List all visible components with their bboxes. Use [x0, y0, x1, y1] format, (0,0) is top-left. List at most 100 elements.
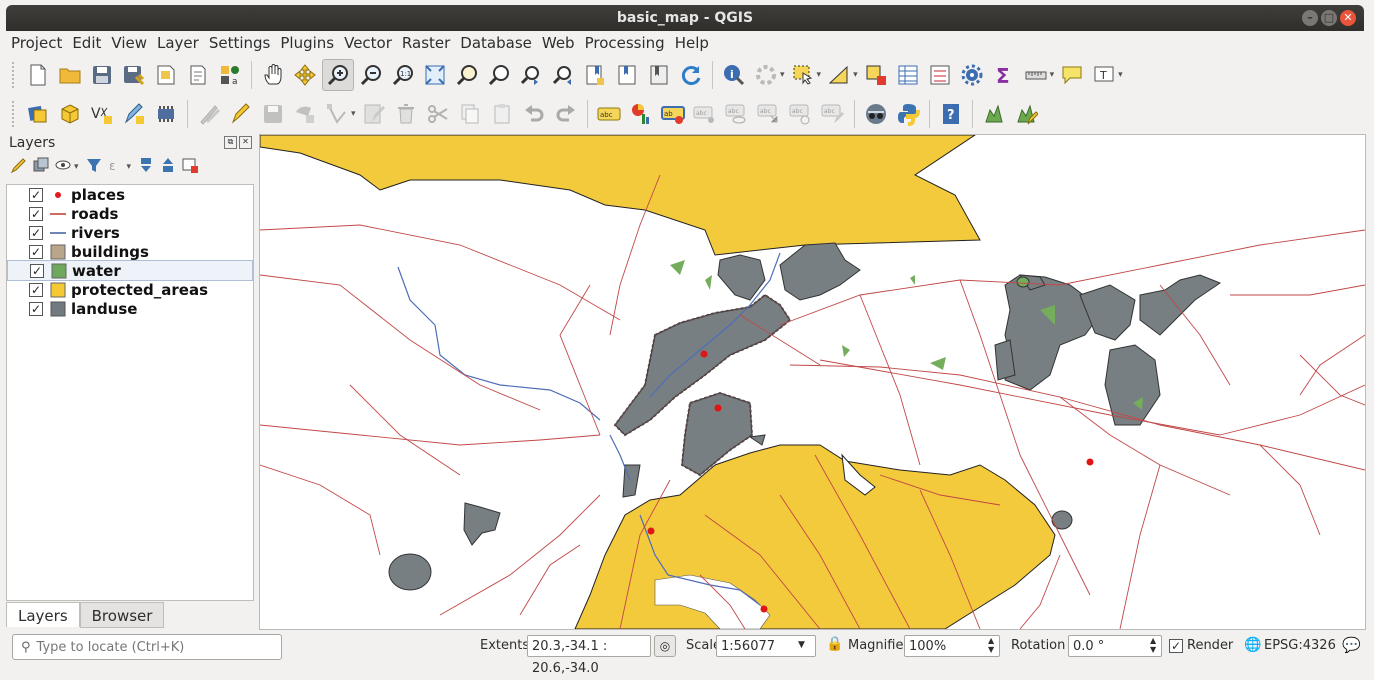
add-group-icon[interactable] [32, 156, 50, 178]
text-annotation-icon[interactable]: T [1089, 60, 1119, 90]
annotation-icon[interactable] [1057, 60, 1087, 90]
deselect-icon[interactable] [861, 60, 891, 90]
current-edits-icon[interactable] [194, 99, 224, 129]
measure-icon[interactable] [1021, 60, 1051, 90]
identify-icon[interactable]: i [719, 60, 749, 90]
change-label-icon[interactable]: abc [818, 99, 848, 129]
zoom-to-selection-icon[interactable] [452, 60, 482, 90]
map-canvas[interactable] [259, 134, 1366, 630]
layer-row-landuse[interactable]: ✓ landuse [7, 299, 251, 318]
copy-features-icon[interactable] [455, 99, 485, 129]
data-source-manager-icon[interactable] [23, 99, 53, 129]
new-shapefile-icon[interactable]: V [87, 99, 117, 129]
label-tool-icon[interactable]: abc [594, 99, 624, 129]
layer-row-buildings[interactable]: ✓ buildings [7, 242, 251, 261]
python-icon[interactable] [861, 99, 891, 129]
chevron-down-icon[interactable]: ▼ [798, 640, 805, 650]
zoom-native-icon[interactable]: 1:1 [388, 60, 418, 90]
statistics-icon[interactable]: Σ [989, 60, 1019, 90]
lock-icon[interactable]: 🔒 [826, 636, 843, 652]
menu-view[interactable]: View [106, 34, 152, 52]
visibility-icon[interactable] [54, 156, 72, 178]
layer-checkbox[interactable]: ✓ [29, 187, 43, 202]
zoom-out-icon[interactable] [356, 60, 386, 90]
layout-manager-icon[interactable] [183, 60, 213, 90]
move-label-icon[interactable]: abc [754, 99, 784, 129]
style-manager-icon[interactable]: a [215, 60, 245, 90]
menu-plugins[interactable]: Plugins [275, 34, 339, 52]
menu-project[interactable]: Project [6, 34, 67, 52]
layer-row-rivers[interactable]: ✓ rivers [7, 223, 251, 242]
map-tips-icon[interactable] [644, 60, 674, 90]
messages-icon[interactable]: 💬 [1342, 636, 1361, 654]
highlight-labels-icon[interactable]: ab [658, 99, 688, 129]
new-temp-layer-icon[interactable] [151, 99, 181, 129]
layer-checkbox[interactable]: ✓ [30, 263, 44, 278]
render-checkbox[interactable]: ✓ [1169, 639, 1183, 653]
menu-vector[interactable]: Vector [339, 34, 397, 52]
menu-edit[interactable]: Edit [67, 34, 106, 52]
print-layout-icon[interactable] [151, 60, 181, 90]
open-project-icon[interactable] [55, 60, 85, 90]
layer-row-places[interactable]: ✓ places [7, 185, 251, 204]
style-icon[interactable] [10, 156, 28, 178]
minimize-button[interactable]: – [1302, 10, 1318, 26]
menu-layer[interactable]: Layer [152, 34, 204, 52]
toggle-editing-icon[interactable] [226, 99, 256, 129]
layer-checkbox[interactable]: ✓ [29, 206, 43, 221]
tab-layers[interactable]: Layers [6, 602, 80, 627]
diagram-tool-icon[interactable] [626, 99, 656, 129]
delete-selected-icon[interactable] [391, 99, 421, 129]
modify-attributes-icon[interactable] [359, 99, 389, 129]
select-by-value-icon[interactable] [824, 60, 854, 90]
layer-checkbox[interactable]: ✓ [29, 301, 43, 316]
cut-features-icon[interactable] [423, 99, 453, 129]
digitize-icon[interactable] [119, 99, 149, 129]
python-console-icon[interactable] [893, 99, 923, 129]
toolbox-icon[interactable] [957, 60, 987, 90]
extents-field[interactable]: 20.3,-34.1 : 20.6,-34.0 [527, 635, 651, 676]
locator-search[interactable]: ⚲ Type to locate (Ctrl+K) [12, 634, 282, 660]
toggle-extents-icon[interactable]: ◎ [654, 635, 676, 657]
plugin-icon[interactable] [979, 99, 1009, 129]
collapse-all-icon[interactable] [159, 156, 177, 178]
maximize-button[interactable]: □ [1321, 10, 1337, 26]
menu-settings[interactable]: Settings [204, 34, 276, 52]
add-feature-icon[interactable] [290, 99, 320, 129]
rotate-label-icon[interactable]: abc [786, 99, 816, 129]
pin-labels-icon[interactable]: abc [690, 99, 720, 129]
menu-raster[interactable]: Raster [397, 34, 455, 52]
zoom-last-icon[interactable] [516, 60, 546, 90]
layer-checkbox[interactable]: ✓ [29, 244, 43, 259]
pan-icon[interactable] [258, 60, 288, 90]
new-project-icon[interactable] [23, 60, 53, 90]
float-panel-button[interactable]: ⧉ [224, 136, 237, 149]
expand-all-icon[interactable] [137, 156, 155, 178]
save-edits-icon[interactable] [258, 99, 288, 129]
show-labels-icon[interactable]: abc [722, 99, 752, 129]
close-panel-button[interactable]: ✕ [239, 136, 252, 149]
undo-icon[interactable] [519, 99, 549, 129]
paste-features-icon[interactable] [487, 99, 517, 129]
remove-layer-icon[interactable] [181, 156, 199, 178]
crs-label[interactable]: EPSG:4326 [1264, 638, 1336, 653]
magnifier-stepper[interactable]: ▲ ▼ [988, 636, 994, 654]
save-as-icon[interactable] [119, 60, 149, 90]
zoom-to-layer-icon[interactable] [484, 60, 514, 90]
menu-processing[interactable]: Processing [580, 34, 670, 52]
run-action-icon[interactable] [751, 60, 781, 90]
vertex-tool-icon[interactable] [322, 99, 352, 129]
new-bookmark-icon[interactable] [580, 60, 610, 90]
layer-row-roads[interactable]: ✓ roads [7, 204, 251, 223]
tab-browser[interactable]: Browser [79, 602, 165, 628]
globe-icon[interactable]: 🌐 [1244, 637, 1261, 653]
pan-to-selection-icon[interactable] [290, 60, 320, 90]
rotation-stepper[interactable]: ▲ ▼ [1150, 636, 1156, 654]
zoom-full-icon[interactable] [420, 60, 450, 90]
filter-expression-icon[interactable]: ε [107, 156, 125, 178]
menu-help[interactable]: Help [670, 34, 714, 52]
layer-row-protected-areas[interactable]: ✓ protected_areas [7, 280, 251, 299]
toolbar-grip[interactable] [12, 101, 18, 127]
plugin-edit-icon[interactable] [1011, 99, 1041, 129]
help-icon[interactable]: ? [936, 99, 966, 129]
